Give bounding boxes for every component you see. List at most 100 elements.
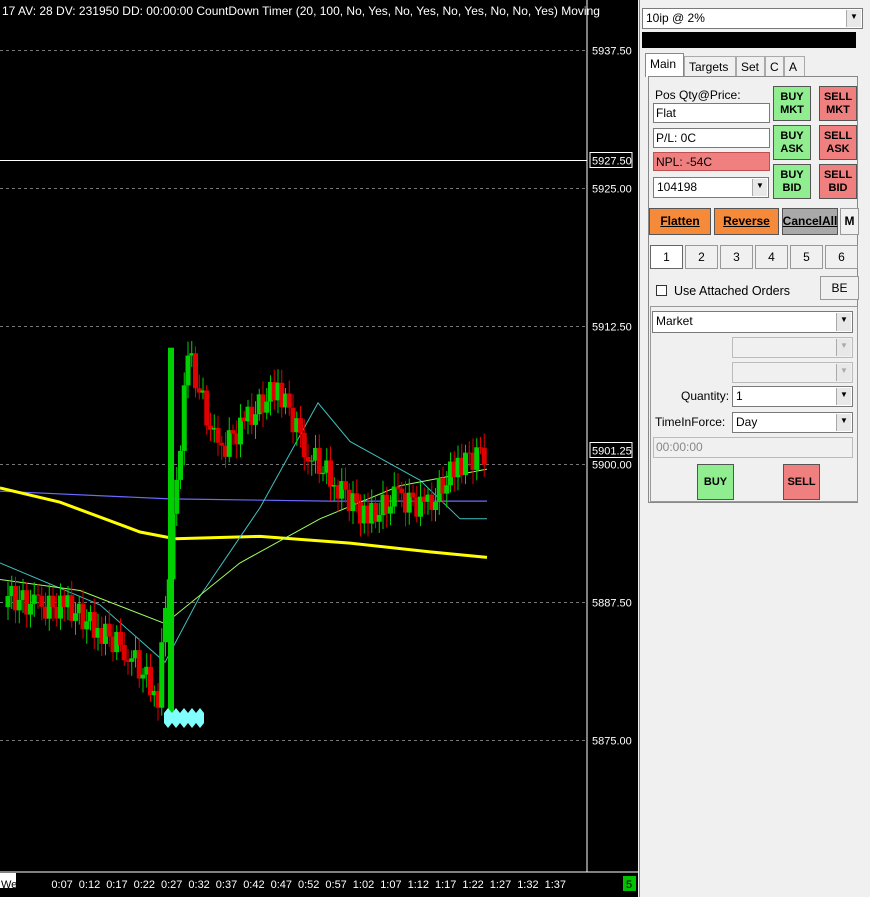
- price-tick-label: 5900.00: [592, 460, 632, 472]
- buy-market-button[interactable]: BUY MKT: [773, 86, 811, 121]
- buy-ask-button[interactable]: BUY ASK: [773, 125, 811, 160]
- moving-average-cyan: [0, 402, 487, 664]
- price-tick-label: 5912.50: [592, 322, 632, 334]
- flatten-button[interactable]: Flatten: [649, 208, 711, 235]
- buy-button[interactable]: BUY: [697, 464, 734, 500]
- candle-body: [481, 447, 487, 465]
- sell-bid-label-2: BID: [828, 181, 848, 194]
- time-tick-label: 0:52: [298, 879, 319, 891]
- candle-body: [474, 447, 480, 470]
- candle-body: [16, 599, 22, 611]
- candle-body: [204, 390, 210, 426]
- candle-body: [193, 353, 198, 389]
- account-select[interactable]: 104198 ▼: [653, 177, 769, 198]
- candle-body: [444, 485, 450, 494]
- quantity-preset-4[interactable]: 4: [755, 245, 788, 269]
- candle-body: [84, 621, 90, 630]
- candle-body: [28, 603, 33, 615]
- chevron-down-icon: ▼: [836, 414, 851, 431]
- chart-header-text: 17 AV: 28 DV: 231950 DD: 00:00:00 CountD…: [2, 4, 600, 18]
- tab-c[interactable]: C: [765, 56, 784, 76]
- quantity-preset-5[interactable]: 5: [790, 245, 823, 269]
- time-in-force-value: Day: [736, 415, 758, 429]
- quantity-preset-1[interactable]: 1: [650, 245, 683, 269]
- time-tick-label: 0:57: [325, 879, 346, 891]
- candle-body: [159, 642, 165, 708]
- price-tick-label: 5925.00: [592, 184, 632, 196]
- time-tick-label: 0:32: [188, 879, 209, 891]
- candle-body: [410, 492, 416, 498]
- strategy-select[interactable]: 10ip @ 2% ▼: [642, 8, 863, 29]
- candle-body: [286, 393, 292, 408]
- tab-main[interactable]: Main: [645, 53, 684, 77]
- use-attached-orders-label: Use Attached Orders: [674, 284, 791, 298]
- candle-body: [178, 450, 183, 480]
- time-tick-label: 0:12: [79, 879, 100, 891]
- quantity-preset-6[interactable]: 6: [825, 245, 858, 269]
- candle-body: [219, 442, 225, 446]
- candle-body: [230, 430, 236, 434]
- moving-average-yellow: [0, 486, 488, 559]
- candle-body: [121, 644, 127, 661]
- reverse-button[interactable]: Reverse: [714, 208, 779, 235]
- sell-market-button[interactable]: SELL MKT: [819, 86, 857, 121]
- candle-body: [316, 447, 322, 475]
- cancel-all-button[interactable]: CancelAll: [782, 208, 838, 235]
- time-tick-label: 0:07: [51, 879, 72, 891]
- order-type-select[interactable]: Market ▼: [652, 311, 853, 333]
- candle-body: [118, 631, 123, 645]
- use-attached-orders-checkbox[interactable]: [656, 285, 667, 296]
- buy-ask-label-2: ASK: [780, 142, 804, 155]
- price-tick-label: 5875.00: [592, 736, 632, 748]
- price-chart[interactable]: 5937.50 5927.50 5925.00 5912.50 5901.25 5900.…: [0, 0, 638, 897]
- time-tick-label: 0:42: [243, 879, 264, 891]
- candle-body: [301, 432, 307, 457]
- tab-targets[interactable]: Targets: [684, 56, 736, 76]
- candle-body: [264, 401, 270, 413]
- m-button[interactable]: M: [840, 208, 859, 235]
- time-in-force-select[interactable]: Day ▼: [732, 412, 853, 433]
- candle-body: [388, 506, 393, 514]
- chevron-down-icon: ▼: [836, 364, 851, 381]
- chevron-down-icon: ▼: [846, 10, 861, 27]
- buy-bid-label-1: BUY: [780, 168, 804, 181]
- quantity-preset-2[interactable]: 2: [685, 245, 718, 269]
- chevron-down-icon: ▼: [836, 339, 851, 356]
- sell-market-label-1: SELL: [823, 90, 853, 103]
- buy-bid-button[interactable]: BUY BID: [773, 164, 811, 199]
- candle-body: [328, 460, 333, 487]
- time-tick-label: 1:17: [435, 879, 456, 891]
- chevron-down-icon: ▼: [836, 313, 851, 331]
- buy-market-label-2: MKT: [780, 103, 804, 116]
- candle-body: [298, 418, 303, 433]
- candle-body: [463, 452, 468, 476]
- tab-set[interactable]: Set: [736, 56, 765, 76]
- time-tick-label: We: [1, 879, 17, 891]
- sell-ask-button[interactable]: SELL ASK: [819, 125, 857, 160]
- sell-button[interactable]: SELL: [783, 464, 820, 500]
- candle-body: [395, 486, 401, 489]
- candle-body: [35, 594, 41, 596]
- time-tick-label: 0:27: [161, 879, 182, 891]
- candle-body: [31, 594, 37, 604]
- candle-body: [129, 658, 135, 662]
- time-in-force-label: TimeInForce:: [655, 415, 726, 429]
- candle-body: [253, 414, 258, 425]
- sell-bid-label-1: SELL: [823, 168, 853, 181]
- candle-body: [320, 472, 326, 475]
- time-tick-label: 1:37: [545, 879, 566, 891]
- position-field: Flat: [653, 103, 770, 123]
- candle-body: [5, 596, 11, 608]
- buy-market-label-1: BUY: [780, 90, 804, 103]
- candle-body: [50, 595, 56, 607]
- candle-body: [106, 623, 112, 637]
- tab-a[interactable]: A: [784, 56, 805, 76]
- time-tick-label: 1:07: [380, 879, 401, 891]
- quantity-select[interactable]: 1 ▼: [732, 386, 853, 407]
- chart-canvas[interactable]: 5937.50 5927.50 5925.00 5912.50 5901.25 5900.…: [0, 0, 638, 897]
- sell-bid-button[interactable]: SELL BID: [819, 164, 857, 199]
- time-tick-label: 1:32: [517, 879, 538, 891]
- candle-body: [215, 427, 221, 443]
- quantity-preset-3[interactable]: 3: [720, 245, 753, 269]
- breakeven-button[interactable]: BE: [820, 276, 859, 300]
